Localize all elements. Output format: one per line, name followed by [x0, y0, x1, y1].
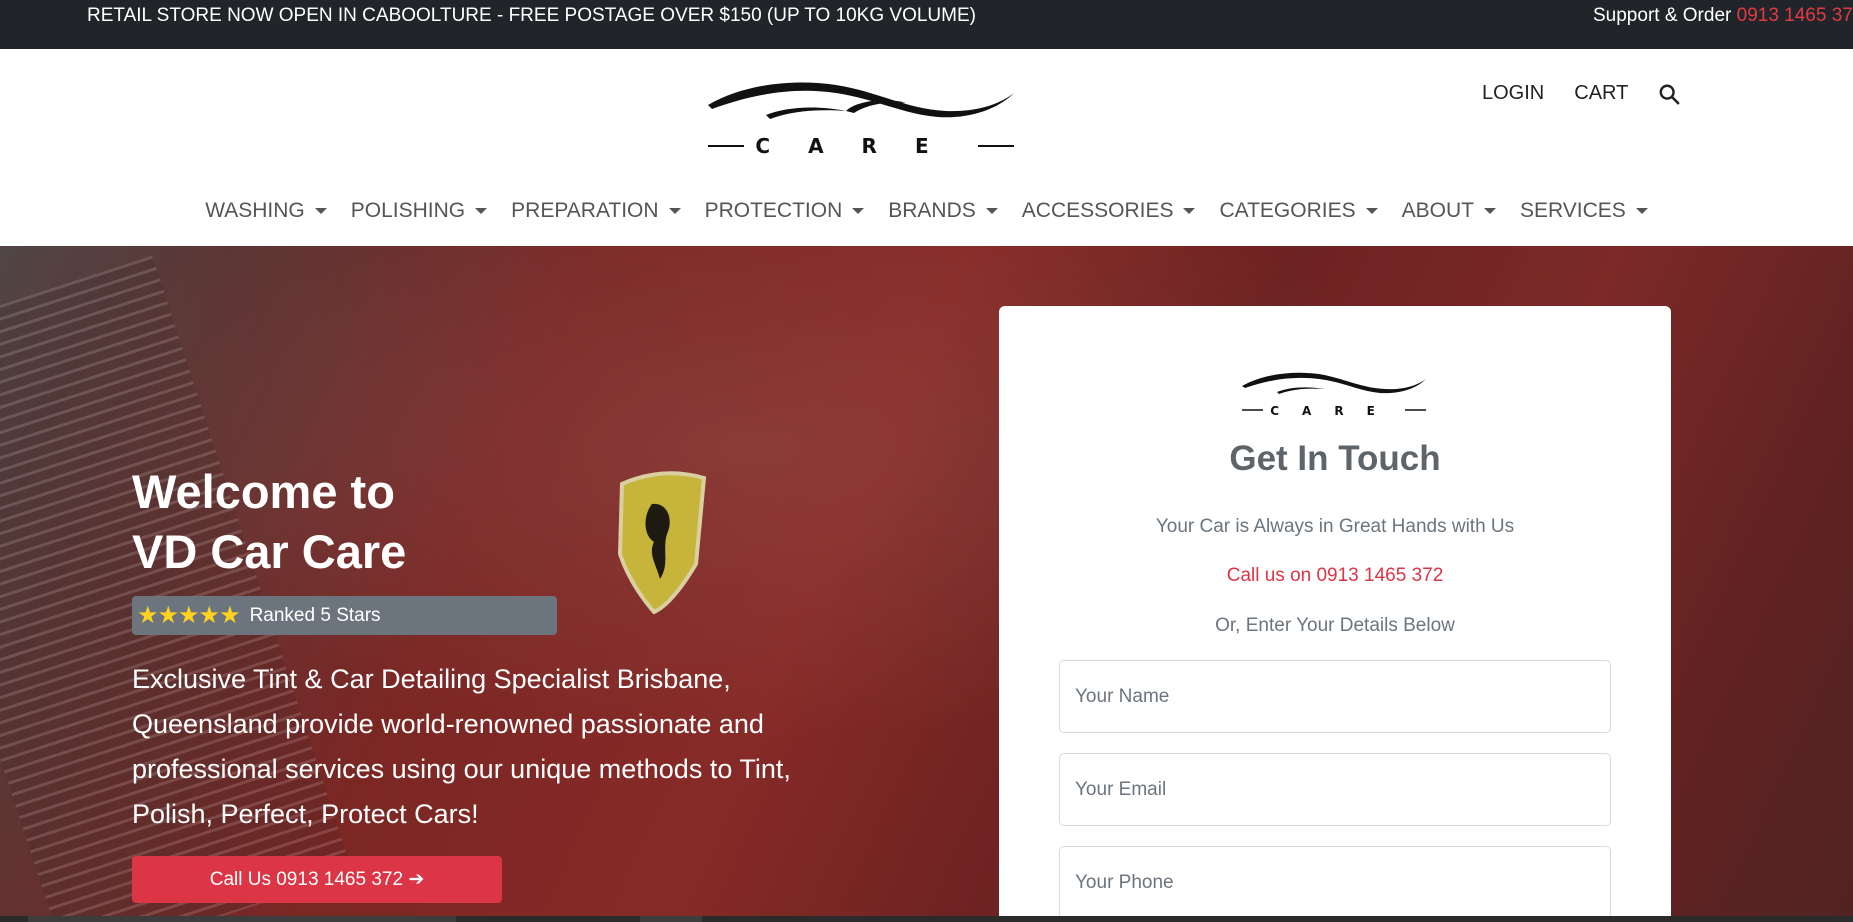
chevron-down-icon	[314, 208, 327, 214]
nav-protection[interactable]: PROTECTION	[693, 199, 877, 223]
chevron-down-icon	[1183, 208, 1196, 214]
support-phone-link[interactable]: 0913 1465 372	[1737, 5, 1853, 26]
chevron-down-icon	[852, 208, 865, 214]
nav-label: PROTECTION	[704, 199, 843, 222]
support-label: Support & Order	[1593, 5, 1732, 26]
nav-label: ACCESSORIES	[1021, 199, 1174, 222]
nav-categories[interactable]: CATEGORIES	[1207, 199, 1389, 223]
call-us-button[interactable]: Call Us 0913 1465 372 ➔	[132, 856, 502, 903]
cart-link[interactable]: CART	[1574, 82, 1628, 105]
five-star-icon: ★★★★★	[137, 602, 241, 629]
svg-text:CARE: CARE	[755, 134, 966, 158]
nav-brands[interactable]: BRANDS	[876, 199, 1010, 223]
hero-title-line-1: Welcome to	[132, 465, 395, 518]
contact-card: CARE Get In Touch Your Car is Always in …	[999, 306, 1671, 922]
login-link[interactable]: LOGIN	[1482, 82, 1544, 105]
header-links: LOGIN CART	[1482, 82, 1680, 105]
contact-subtitle: Your Car is Always in Great Hands with U…	[1155, 516, 1515, 537]
chevron-down-icon	[1483, 208, 1496, 214]
nav-label: POLISHING	[350, 199, 466, 222]
support-order: Support & Order 0913 1465 372	[1593, 5, 1853, 27]
contact-title: Get In Touch	[1229, 439, 1441, 478]
card-logo: CARE	[1242, 372, 1426, 418]
nav-about[interactable]: ABOUT	[1390, 199, 1508, 223]
phone-field[interactable]	[1059, 846, 1611, 919]
chevron-down-icon	[985, 208, 998, 214]
chevron-down-icon	[1365, 208, 1378, 214]
nav-services[interactable]: SERVICES	[1508, 199, 1660, 223]
nav-accessories[interactable]: ACCESSORIES	[1010, 199, 1208, 223]
top-announcement-bar: RETAIL STORE NOW OPEN IN CABOOLTURE - FR…	[0, 0, 1853, 49]
nav-label: SERVICES	[1519, 199, 1626, 222]
nav-preparation[interactable]: PREPARATION	[499, 199, 692, 223]
nav-label: BRANDS	[888, 199, 976, 222]
nav-polishing[interactable]: POLISHING	[339, 199, 499, 223]
rating-text: Ranked 5 Stars	[249, 604, 381, 626]
chevron-down-icon	[668, 208, 681, 214]
name-field[interactable]	[1059, 660, 1611, 733]
nav-label: WASHING	[205, 199, 305, 222]
contact-or-text: Or, Enter Your Details Below	[1215, 615, 1455, 636]
hero-title: Welcome to VD Car Care	[132, 462, 812, 582]
svg-text:CARE: CARE	[1270, 404, 1398, 418]
main-navigation: WASHING POLISHING PREPARATION PROTECTION…	[0, 199, 1853, 223]
scrollbar-thumb[interactable]	[28, 916, 456, 922]
site-logo[interactable]: CARE	[706, 71, 1016, 167]
promo-text: RETAIL STORE NOW OPEN IN CABOOLTURE - FR…	[87, 5, 976, 26]
nav-label: PREPARATION	[511, 199, 659, 222]
chevron-down-icon	[475, 208, 488, 214]
site-header: CARE LOGIN CART WASHING POLISHING PREPAR…	[0, 49, 1853, 246]
chevron-down-icon	[1635, 208, 1648, 214]
nav-label: CATEGORIES	[1219, 199, 1356, 222]
hero-title-line-2: VD Car Care	[132, 525, 407, 578]
scrollbar-segment	[640, 916, 702, 922]
hero-content: Welcome to VD Car Care ★★★★★ Ranked 5 St…	[132, 462, 812, 903]
nav-washing[interactable]: WASHING	[193, 199, 339, 223]
email-field[interactable]	[1059, 753, 1611, 826]
horizontal-scrollbar[interactable]	[0, 916, 1853, 922]
contact-call-link[interactable]: Call us on 0913 1465 372	[999, 565, 1671, 587]
search-icon[interactable]	[1658, 83, 1680, 105]
rating-badge: ★★★★★ Ranked 5 Stars	[132, 596, 557, 635]
hero-description: Exclusive Tint & Car Detailing Specialis…	[132, 664, 791, 829]
nav-label: ABOUT	[1401, 199, 1474, 222]
